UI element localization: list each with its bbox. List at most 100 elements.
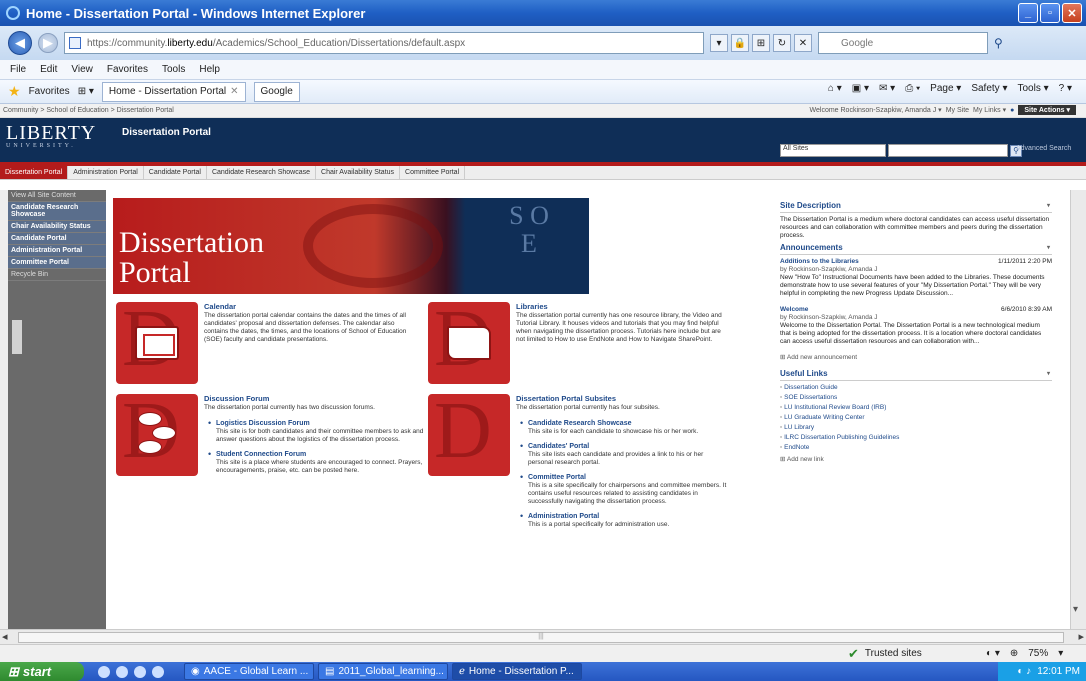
tab-dissertation-portal[interactable]: Home - Dissertation Portal ✕ [101,81,246,102]
link-soe-dissertations[interactable]: SOE Dissertations [780,394,1052,402]
my-site-link[interactable]: My Site [946,107,969,114]
firefox-icon[interactable] [98,665,110,678]
subsites-icon[interactable]: D [428,387,510,476]
discussion-forum-icon[interactable]: D [116,387,198,476]
search-input[interactable]: Google [818,32,988,54]
link-ilrc-guidelines[interactable]: ILRC Dissertation Publishing Guidelines [780,434,1052,442]
tools-menu[interactable]: Tools ▾ [1017,83,1048,94]
maximize-button[interactable]: ▫ [1040,3,1060,23]
home-icon[interactable]: ⌂ ▾ [828,83,842,94]
welcome-menu[interactable]: Welcome Rockinson-Szapkiw, Amanda J ▾ [810,106,942,114]
favorites-star-icon[interactable]: ★ [8,83,21,100]
safety-menu[interactable]: Safety ▾ [971,83,1007,94]
ql-committee-portal[interactable]: Committee Portal [8,257,106,269]
link-endnote[interactable]: EndNote [780,444,1052,452]
print-icon[interactable]: ⎙ ▾ [905,83,920,94]
link-dissertation-guide[interactable]: Dissertation Guide [780,384,1052,392]
protected-mode-icon[interactable]: ◐ ▾ [986,648,1000,659]
ql-candidate-portal[interactable]: Candidate Portal [8,233,106,245]
tab-dissertation-portal[interactable]: Dissertation Portal [0,166,69,179]
ql-chair-availability-status[interactable]: Chair Availability Status [8,221,106,233]
task-aace[interactable]: ◉ AACE - Global Learn ... [184,663,314,680]
tab-close-icon[interactable]: ✕ [230,86,238,97]
site-actions-button[interactable]: Site Actions ▾ [1018,105,1076,115]
forum-title[interactable]: Discussion Forum [204,395,426,403]
dropdown-icon[interactable]: ▾ [710,34,728,52]
compatibility-icon[interactable]: ⊞ [752,34,770,52]
vertical-scrollbar[interactable]: ▾ [1070,190,1086,629]
menu-edit[interactable]: Edit [40,64,57,75]
quick-tabs-icon[interactable]: ⊞ ▾ [78,86,94,97]
search-scope-select[interactable]: All Sites [780,144,886,157]
libraries-title[interactable]: Libraries [516,303,722,311]
menu-tools[interactable]: Tools [162,64,185,75]
scroll-down-icon[interactable]: ▾ [1073,604,1078,615]
portal-title[interactable]: Dissertation Portal [122,127,211,138]
liberty-logo[interactable]: LIBERTY UNIVERSITY. [6,122,96,149]
minimize-button[interactable]: _ [1018,3,1038,23]
scroll-left-icon[interactable]: ◂ [2,630,8,643]
scroll-thumb[interactable]: ||| [18,632,1064,643]
announcement-title[interactable]: Additions to the Libraries [780,258,859,266]
recycle-bin-link[interactable]: Recycle Bin [8,269,106,281]
link-irb[interactable]: LU Institutional Review Board (IRB) [780,404,1052,412]
view-all-content-link[interactable]: View All Site Content [8,190,106,202]
media-icon[interactable] [134,665,146,678]
tab-candidate-portal[interactable]: Candidate Portal [144,166,207,179]
committee-portal-link[interactable]: Committee Portal [528,474,728,482]
calendar-icon[interactable]: D [116,295,198,384]
link-lu-library[interactable]: LU Library [780,424,1052,432]
ql-candidate-research-showcase[interactable]: Candidate Research Showcase [8,202,106,221]
ie-icon[interactable] [116,665,128,678]
task-dissertation-portal[interactable]: ℯ Home - Dissertation P... [452,663,582,680]
back-button[interactable]: ◀ [8,31,32,55]
tray-icons[interactable]: ◐ ♪ [1017,666,1031,677]
resize-handle[interactable] [12,320,22,354]
tab-committee-portal[interactable]: Committee Portal [400,166,466,179]
app-icon[interactable] [152,665,164,678]
zoom-level[interactable]: 75% [1028,648,1048,659]
search-icon[interactable]: ⚲ [994,36,1003,50]
stop-icon[interactable]: ✕ [794,34,812,52]
menu-help[interactable]: Help [199,64,220,75]
subsites-title[interactable]: Dissertation Portal Subsites [516,395,728,403]
useful-links-heading[interactable]: Useful Links [780,370,1052,381]
clock[interactable]: 12:01 PM [1037,666,1080,677]
feeds-icon[interactable]: ▣ ▾ [852,83,869,94]
add-announcement-link[interactable]: ⊞ Add new announcement [780,354,1052,362]
mail-icon[interactable]: ✉ ▾ [879,83,895,94]
close-button[interactable]: ✕ [1062,3,1082,23]
administration-portal-link[interactable]: Administration Portal [528,513,728,521]
logistics-forum-link[interactable]: Logistics Discussion Forum [216,420,426,428]
forward-button[interactable]: ▶ [38,33,58,53]
student-connection-forum-link[interactable]: Student Connection Forum [216,451,426,459]
link-writing-center[interactable]: LU Graduate Writing Center [780,414,1052,422]
calendar-title[interactable]: Calendar [204,303,414,311]
ql-administration-portal[interactable]: Administration Portal [8,245,106,257]
page-menu[interactable]: Page ▾ [930,83,961,94]
address-input[interactable]: https://community. liberty.edu/Academics/… [64,32,704,54]
zoom-control[interactable]: ◐ ▾ ⊕ 75% ▾ [986,648,1063,659]
my-links-menu[interactable]: My Links ▾ [973,106,1006,114]
horizontal-scrollbar[interactable]: ◂ ||| ▸ [0,629,1086,644]
scroll-right-icon[interactable]: ▸ [1078,630,1084,643]
security-zone[interactable]: ✔ Trusted sites [848,646,922,662]
tab-administration-portal[interactable]: Administration Portal [68,166,144,179]
announcements-heading[interactable]: Announcements [780,244,1052,255]
refresh-icon[interactable]: ↻ [773,34,791,52]
tab-chair-availability-status[interactable]: Chair Availability Status [316,166,401,179]
announcement-title[interactable]: Welcome [780,306,808,314]
add-link-link[interactable]: ⊞ Add new link [780,456,1052,464]
help-icon[interactable]: ● [1010,107,1014,114]
libraries-icon[interactable]: D [428,295,510,384]
zoom-dropdown-icon[interactable]: ▾ [1058,648,1063,659]
tab-candidate-research-showcase[interactable]: Candidate Research Showcase [207,166,317,179]
menu-favorites[interactable]: Favorites [107,64,148,75]
research-showcase-link[interactable]: Candidate Research Showcase [528,420,728,428]
help-icon[interactable]: ? ▾ [1059,83,1072,94]
candidates-portal-link[interactable]: Candidates' Portal [528,443,728,451]
breadcrumb-text[interactable]: Community > School of Education > Disser… [3,107,174,114]
lock-icon[interactable]: 🔒 [731,34,749,52]
site-search-input[interactable] [888,144,1008,157]
start-button[interactable]: ⊞ start [0,662,84,681]
